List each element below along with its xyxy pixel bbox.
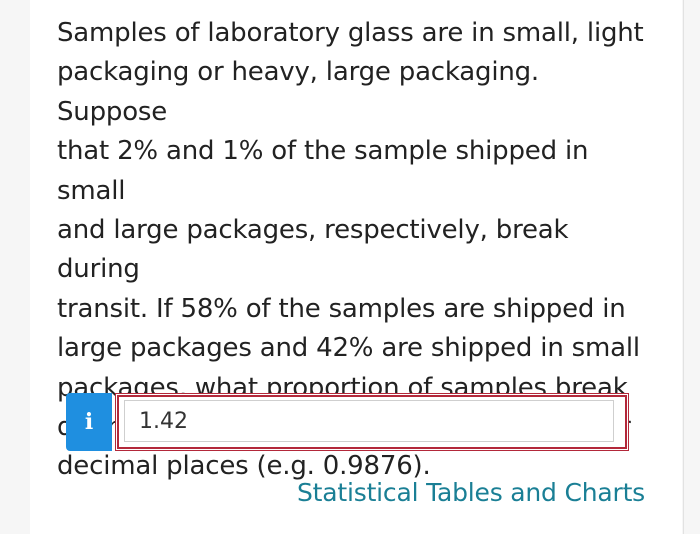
right-margin xyxy=(682,0,700,534)
answer-row: i xyxy=(66,393,629,453)
left-margin xyxy=(0,0,30,534)
info-icon: i xyxy=(84,409,94,435)
info-button[interactable]: i xyxy=(66,393,112,451)
answer-field-frame xyxy=(115,393,629,451)
statistical-tables-link[interactable]: Statistical Tables and Charts xyxy=(297,478,645,507)
answer-input[interactable] xyxy=(124,400,614,442)
right-divider xyxy=(683,0,684,534)
